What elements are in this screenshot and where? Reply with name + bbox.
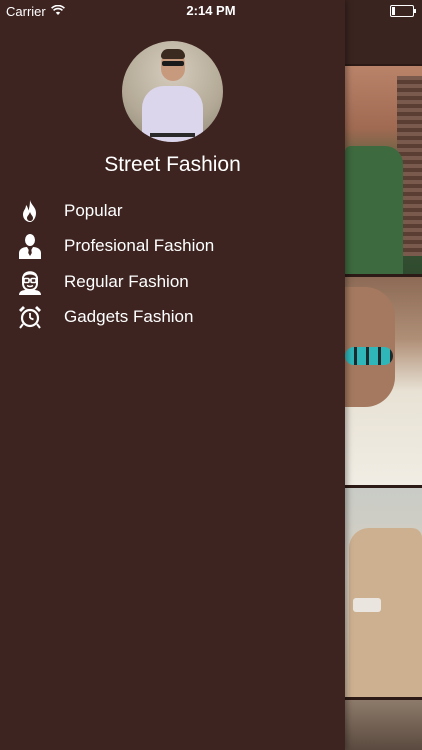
flame-icon xyxy=(15,196,45,226)
drawer-title: Street Fashion xyxy=(104,153,241,176)
feed-photo[interactable] xyxy=(345,700,422,750)
drawer-menu: Popular Profesional Fashion Regular Fash… xyxy=(0,193,345,335)
status-bar: Carrier 2:14 PM xyxy=(0,0,422,22)
side-drawer: Street Fashion Popular Profesional Fashi… xyxy=(0,0,345,750)
nerd-face-icon xyxy=(15,267,45,297)
watch-icon xyxy=(15,302,45,332)
menu-item-label: Gadgets Fashion xyxy=(64,307,194,327)
feed-photo[interactable] xyxy=(345,277,422,485)
menu-item-popular[interactable]: Popular xyxy=(0,193,345,229)
battery-icon xyxy=(390,5,416,17)
avatar xyxy=(122,41,223,142)
main-content-feed[interactable] xyxy=(345,0,422,750)
feed-photo[interactable] xyxy=(345,66,422,274)
status-time: 2:14 PM xyxy=(186,3,236,18)
menu-item-label: Regular Fashion xyxy=(64,271,189,291)
menu-item-profesional-fashion[interactable]: Profesional Fashion xyxy=(0,229,345,265)
feed-photo[interactable] xyxy=(345,488,422,697)
menu-item-gadgets-fashion[interactable]: Gadgets Fashion xyxy=(0,300,345,336)
menu-item-label: Popular xyxy=(64,200,123,220)
menu-item-label: Profesional Fashion xyxy=(64,236,215,256)
menu-item-regular-fashion[interactable]: Regular Fashion xyxy=(0,264,345,300)
businessman-icon xyxy=(15,231,45,261)
